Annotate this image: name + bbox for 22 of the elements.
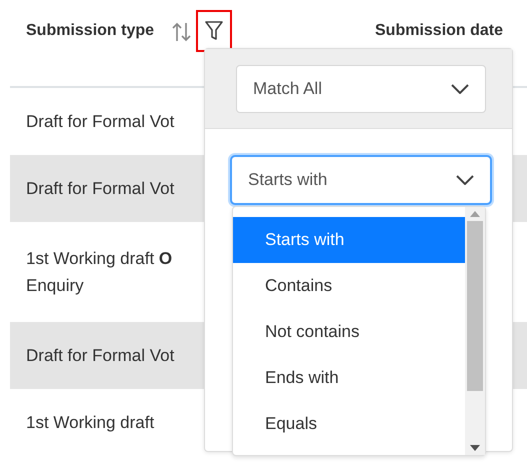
column-header: Submission date <box>375 22 504 40</box>
table-cell-text: Draft for Formal Vot <box>25 345 174 367</box>
match-mode-select[interactable]: Match All <box>236 65 486 113</box>
rule-mode-select[interactable]: Starts with <box>230 155 492 205</box>
dropdown-option[interactable]: Contains <box>233 263 465 309</box>
scrollbar-thumb[interactable] <box>467 221 483 391</box>
dropdown-option[interactable]: Not contains <box>233 309 465 355</box>
chevron-icon <box>456 175 474 185</box>
table-cell-text: Draft for Formal Vot <box>25 178 174 200</box>
dropdown-option[interactable]: Equals <box>233 401 465 447</box>
filter-icon <box>205 20 224 42</box>
table-cell-text: 1st Working draft O Enquiry <box>25 248 172 297</box>
table-cell-text: 1st Working draft <box>25 412 154 434</box>
dropdown-option[interactable]: Ends with <box>233 355 465 401</box>
scrollbar[interactable] <box>465 207 485 455</box>
scroll-up-icon[interactable] <box>470 211 480 217</box>
dropdown-option[interactable]: Starts with <box>233 217 465 263</box>
column-header: Submission type <box>26 22 154 40</box>
chevron-icon <box>451 84 469 94</box>
sort-icon[interactable] <box>172 21 192 43</box>
table-cell-text: Draft for Formal Vot <box>25 111 174 133</box>
scroll-down-icon[interactable] <box>470 445 480 451</box>
